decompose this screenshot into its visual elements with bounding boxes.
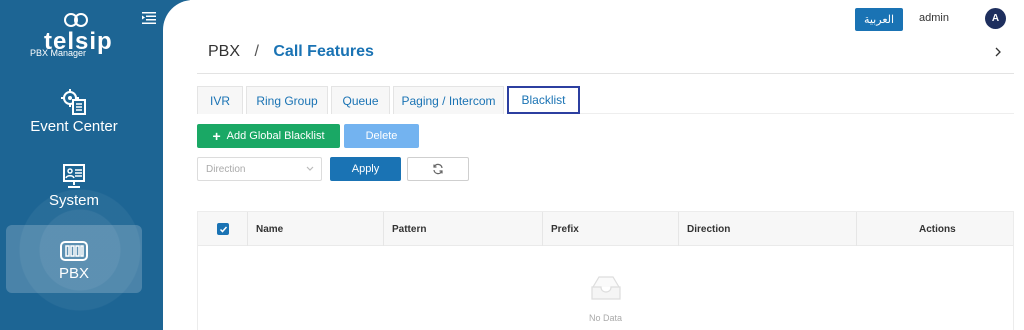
breadcrumb-separator: /: [254, 43, 259, 60]
empty-state: No Data: [198, 247, 1013, 330]
check-icon: [219, 226, 227, 233]
chevron-down-icon: [306, 166, 314, 171]
column-divider: [247, 212, 248, 246]
sidebar-item-label: System: [48, 192, 99, 209]
column-header-name[interactable]: Name: [256, 212, 283, 246]
column-header-pattern[interactable]: Pattern: [392, 212, 426, 246]
column-divider: [542, 212, 543, 246]
delete-button[interactable]: Delete: [344, 124, 419, 148]
divider: [197, 73, 1014, 74]
username[interactable]: admin: [919, 12, 949, 24]
page-title: Call Features: [273, 43, 374, 60]
apply-button[interactable]: Apply: [330, 157, 401, 181]
column-divider: [678, 212, 679, 246]
sidebar-item-system[interactable]: System: [6, 162, 142, 230]
column-divider: [383, 212, 384, 246]
column-header-direction[interactable]: Direction: [687, 212, 730, 246]
logo: telsip PBX Manager: [30, 10, 120, 60]
empty-text: No Data: [588, 313, 623, 323]
sidebar-item-label: Event Center: [30, 118, 118, 135]
menu-toggle-icon[interactable]: [142, 11, 156, 29]
add-global-blacklist-button[interactable]: + Add Global Blacklist: [197, 124, 340, 148]
sidebar-curve: [160, 0, 193, 30]
refresh-button[interactable]: [407, 157, 469, 181]
empty-inbox-icon: [591, 276, 621, 300]
sidebar-item-label: PBX: [58, 265, 89, 282]
tab-blacklist[interactable]: Blacklist: [507, 86, 580, 114]
plus-icon: +: [212, 128, 221, 144]
monitor-icon: [63, 164, 85, 188]
direction-select[interactable]: Direction: [197, 157, 322, 181]
select-all-checkbox[interactable]: [217, 223, 229, 235]
logo-subtitle: PBX Manager: [30, 48, 87, 58]
column-header-actions: Actions: [919, 223, 956, 235]
add-button-label: Add Global Blacklist: [226, 130, 325, 142]
tab-paging-intercom[interactable]: Paging / Intercom: [393, 86, 504, 114]
tab-queue[interactable]: Queue: [331, 86, 390, 114]
breadcrumb-root[interactable]: PBX: [208, 43, 240, 60]
logo-icon: [64, 13, 88, 27]
tab-ivr[interactable]: IVR: [197, 86, 243, 114]
column-divider: [856, 212, 857, 246]
avatar[interactable]: A: [985, 8, 1006, 29]
column-header-prefix[interactable]: Prefix: [551, 212, 579, 246]
table-header: Name Pattern Prefix Direction Actions: [198, 212, 1013, 246]
blacklist-table: Name Pattern Prefix Direction Actions No…: [197, 211, 1014, 330]
sidebar: telsip PBX Manager Event Center System P…: [0, 0, 163, 330]
direction-placeholder: Direction: [206, 163, 246, 175]
settings-list-icon: [61, 89, 86, 115]
language-button[interactable]: العربية: [855, 8, 903, 31]
tab-ring-group[interactable]: Ring Group: [246, 86, 328, 114]
breadcrumb: PBX / Call Features: [208, 43, 374, 61]
sidebar-item-event-center[interactable]: Event Center: [6, 88, 142, 156]
refresh-icon: [433, 163, 443, 175]
sidebar-item-pbx[interactable]: PBX: [6, 225, 142, 293]
tabs-underline: [580, 113, 1014, 114]
pbx-icon: [60, 241, 88, 261]
chevron-right-icon[interactable]: [994, 45, 1002, 60]
